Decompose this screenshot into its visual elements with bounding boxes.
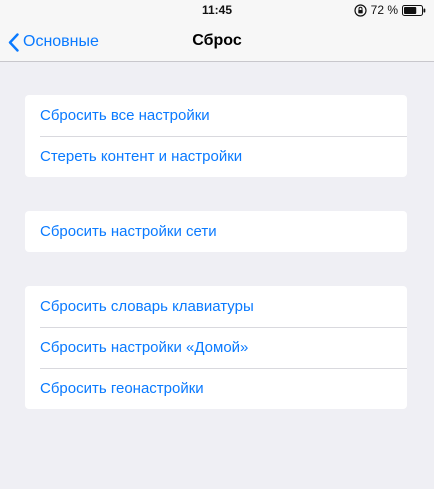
battery-percent: 72 % — [370, 3, 398, 17]
orientation-lock-icon — [354, 3, 367, 17]
reset-location-settings-button[interactable]: Сбросить геонастройки — [25, 368, 407, 409]
reset-all-settings-button[interactable]: Сбросить все настройки — [25, 95, 407, 136]
erase-content-and-settings-button[interactable]: Стереть контент и настройки — [25, 136, 407, 177]
battery-icon — [402, 4, 426, 16]
reset-group-general: Сбросить все настройки Стереть контент и… — [25, 95, 407, 177]
reset-home-screen-layout-button[interactable]: Сбросить настройки «Домой» — [25, 327, 407, 368]
navigation-bar: Основные Сброс — [0, 22, 434, 62]
page-title: Сброс — [192, 32, 242, 49]
reset-network-settings-button[interactable]: Сбросить настройки сети — [25, 211, 407, 252]
reset-group-other: Сбросить словарь клавиатуры Сбросить нас… — [25, 286, 407, 409]
reset-keyboard-dictionary-button[interactable]: Сбросить словарь клавиатуры — [25, 286, 407, 327]
reset-group-network: Сбросить настройки сети — [25, 211, 407, 252]
status-right: 72 % — [354, 3, 426, 17]
status-bar: 11:45 72 % — [0, 0, 434, 22]
